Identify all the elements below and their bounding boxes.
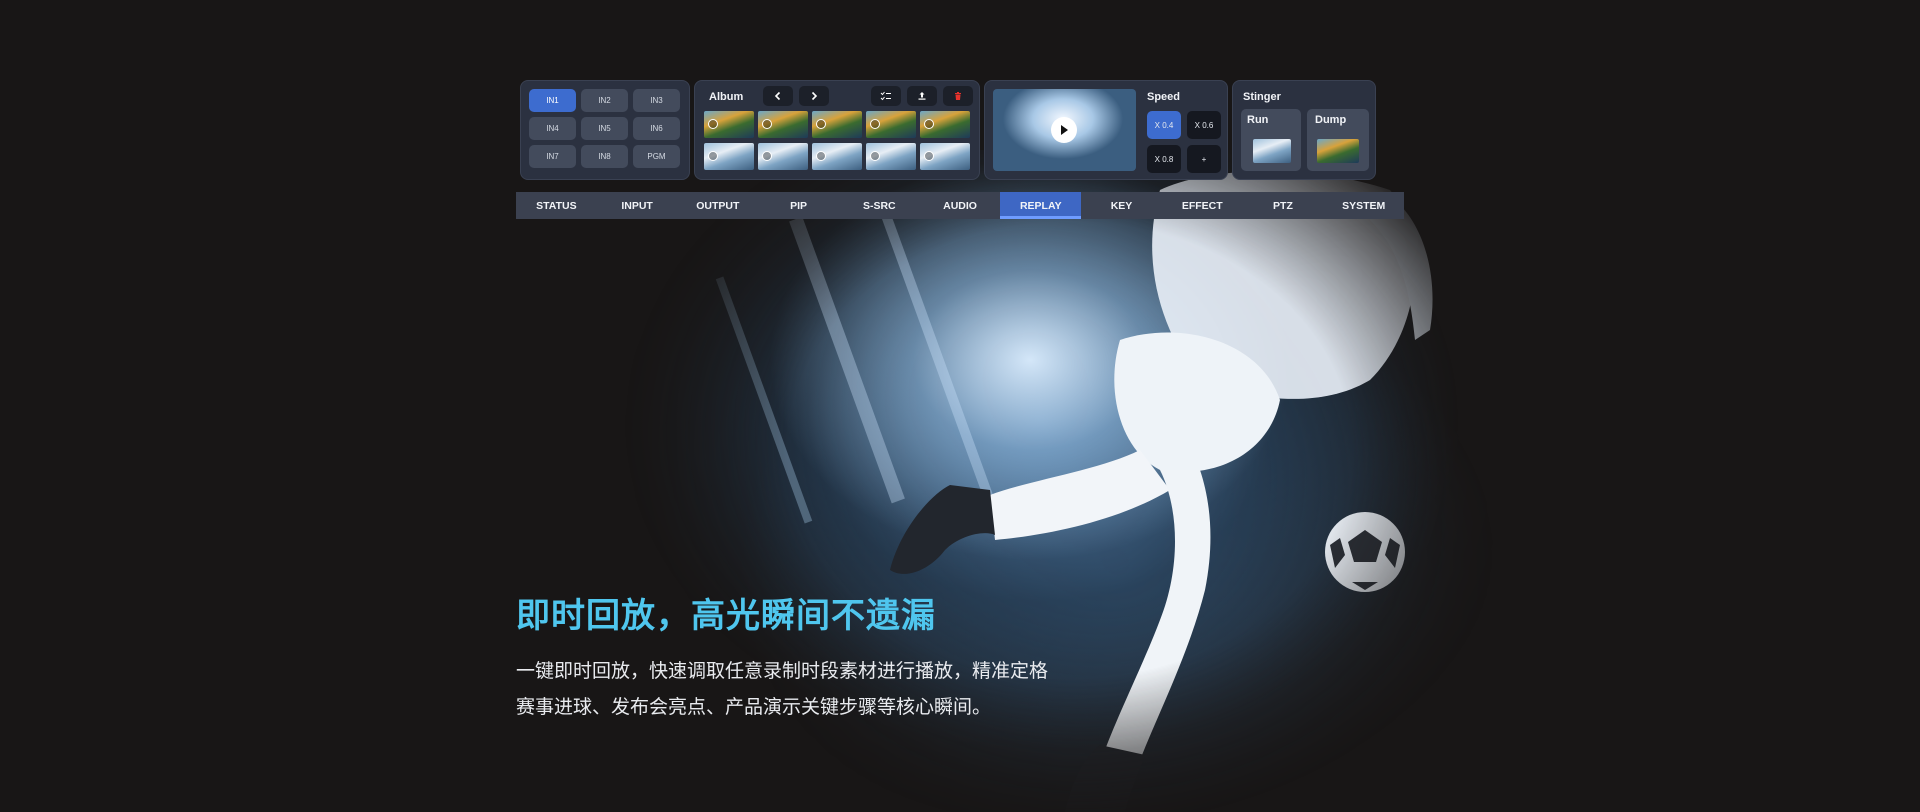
play-icon[interactable] [1051, 117, 1077, 143]
tab-output[interactable]: OUTPUT [677, 192, 758, 219]
chevron-right-icon[interactable] [799, 86, 829, 106]
tab-effect[interactable]: EFFECT [1162, 192, 1243, 219]
trash-icon[interactable] [943, 86, 973, 106]
stinger-card: Stinger Run Dump [1232, 80, 1376, 180]
stinger-run-label: Run [1247, 114, 1269, 126]
stinger-run-button[interactable]: Run [1241, 109, 1301, 171]
replay-preview-card: Speed X 0.4 X 0.6 X 0.8 + [984, 80, 1228, 180]
album-thumbnail[interactable] [920, 143, 970, 170]
tab-input[interactable]: INPUT [597, 192, 678, 219]
input-button-in8[interactable]: IN8 [581, 145, 628, 168]
tab-ptz[interactable]: PTZ [1243, 192, 1324, 219]
speed-add-button[interactable]: + [1187, 145, 1221, 173]
hero-description-line-1: 一键即时回放，快速调取任意录制时段素材进行播放，精准定格 [516, 661, 1049, 682]
hero-description-line-2: 赛事进球、发布会亮点、产品演示关键步骤等核心瞬间。 [516, 697, 992, 718]
hero-description: 一键即时回放，快速调取任意录制时段素材进行播放，精准定格 赛事进球、发布会亮点、… [516, 654, 1048, 726]
upload-icon[interactable] [907, 86, 937, 106]
album-thumbnail[interactable] [704, 111, 754, 138]
input-button-in4[interactable]: IN4 [529, 117, 576, 140]
checklist-icon[interactable] [871, 86, 901, 106]
input-button-pgm[interactable]: PGM [633, 145, 680, 168]
album-thumbnail[interactable] [920, 111, 970, 138]
album-thumbnail[interactable] [812, 111, 862, 138]
input-select-card: IN1 IN2 IN3 IN4 IN5 IN6 IN7 IN8 PGM [520, 80, 690, 180]
album-title: Album [709, 91, 744, 103]
tab-replay[interactable]: REPLAY [1000, 192, 1082, 219]
stinger-dump-thumbnail [1317, 139, 1359, 163]
speed-title: Speed [1147, 91, 1181, 103]
album-card: Album [694, 80, 980, 180]
tab-pip[interactable]: PIP [758, 192, 839, 219]
speed-option-0-6[interactable]: X 0.6 [1187, 111, 1221, 139]
album-thumbnail[interactable] [704, 143, 754, 170]
album-thumbnail[interactable] [866, 143, 916, 170]
stinger-title: Stinger [1243, 91, 1281, 103]
hero-headline: 即时回放，高光瞬间不遗漏 [516, 597, 936, 635]
input-button-in5[interactable]: IN5 [581, 117, 628, 140]
chevron-left-icon[interactable] [763, 86, 793, 106]
album-thumbnail[interactable] [758, 111, 808, 138]
stinger-run-thumbnail [1253, 139, 1291, 163]
input-button-in2[interactable]: IN2 [581, 89, 628, 112]
input-button-in7[interactable]: IN7 [529, 145, 576, 168]
stinger-dump-label: Dump [1315, 114, 1347, 126]
tab-status[interactable]: STATUS [516, 192, 597, 219]
tab-system[interactable]: SYSTEM [1323, 192, 1404, 219]
input-button-in6[interactable]: IN6 [633, 117, 680, 140]
speed-option-0-4[interactable]: X 0.4 [1147, 111, 1181, 139]
replay-preview-video[interactable] [993, 89, 1136, 171]
tab-s-src[interactable]: S-SRC [839, 192, 920, 219]
input-button-in3[interactable]: IN3 [633, 89, 680, 112]
input-button-in1[interactable]: IN1 [529, 89, 576, 112]
tab-key[interactable]: KEY [1081, 192, 1162, 219]
album-thumbnail[interactable] [812, 143, 862, 170]
album-thumbnail[interactable] [866, 111, 916, 138]
replay-control-panel: IN1 IN2 IN3 IN4 IN5 IN6 IN7 IN8 PGM Albu… [516, 80, 1404, 220]
album-thumbnail[interactable] [758, 143, 808, 170]
tab-audio[interactable]: AUDIO [920, 192, 1001, 219]
main-tab-bar: STATUS INPUT OUTPUT PIP S-SRC AUDIO REPL… [516, 192, 1404, 219]
speed-option-0-8[interactable]: X 0.8 [1147, 145, 1181, 173]
stinger-dump-button[interactable]: Dump [1307, 109, 1369, 171]
